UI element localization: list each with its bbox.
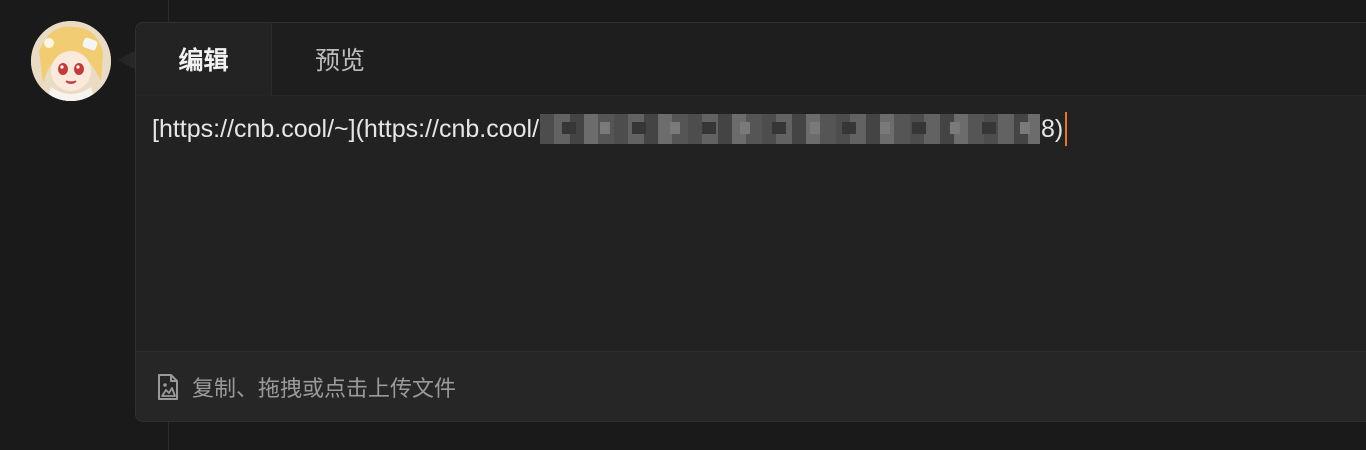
card-pointer bbox=[118, 50, 136, 70]
comment-editor-screen: 编辑 预览 [https://cnb.cool/~](https://cnb.c… bbox=[0, 0, 1366, 450]
text-caret bbox=[1065, 112, 1068, 146]
tab-preview[interactable]: 预览 bbox=[272, 23, 408, 95]
tab-edit[interactable]: 编辑 bbox=[136, 23, 272, 95]
editor-textarea[interactable]: [https://cnb.cool/~](https://cnb.cool/ 8… bbox=[152, 111, 1068, 147]
redacted-url-segment bbox=[540, 114, 1041, 144]
image-file-icon bbox=[158, 373, 178, 400]
avatar bbox=[31, 21, 111, 101]
editor-text-prefix: [https://cnb.cool/~](https://cnb.cool/ bbox=[152, 114, 540, 143]
editor-tabbar: 编辑 预览 bbox=[136, 23, 1366, 96]
comment-editor: 编辑 预览 [https://cnb.cool/~](https://cnb.c… bbox=[135, 22, 1366, 422]
editor-text-suffix: 8) bbox=[1041, 114, 1064, 143]
upload-hint: 复制、拖拽或点击上传文件 bbox=[192, 375, 457, 401]
upload-bar[interactable]: 复制、拖拽或点击上传文件 bbox=[136, 351, 1366, 421]
